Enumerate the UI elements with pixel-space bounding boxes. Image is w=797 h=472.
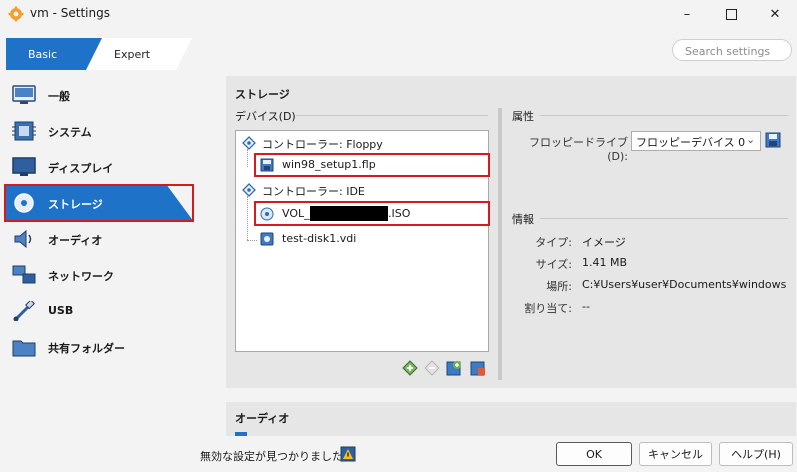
floppy-drive-label: フロッピードライブ(D): bbox=[529, 136, 628, 163]
hard-disk-icon bbox=[260, 232, 274, 246]
close-button[interactable]: ✕ bbox=[753, 0, 797, 28]
tree-item-label: test-disk1.vdi bbox=[282, 232, 357, 245]
shared-folder-icon bbox=[12, 340, 36, 357]
info-label: 割り当て: bbox=[524, 302, 572, 315]
highlight-box bbox=[254, 201, 490, 226]
divider bbox=[296, 115, 488, 116]
nav-item-general[interactable]: 一般 bbox=[4, 78, 194, 112]
panel-splitter[interactable] bbox=[498, 108, 502, 380]
add-attachment-icon[interactable] bbox=[446, 360, 462, 376]
ok-button[interactable]: OK bbox=[556, 442, 632, 466]
network-icon bbox=[12, 265, 36, 284]
nav-item-label: システム bbox=[48, 126, 92, 139]
warning-icon[interactable] bbox=[340, 446, 356, 462]
usb-icon bbox=[13, 301, 35, 321]
chevron-down-icon: ⌄ bbox=[746, 133, 756, 146]
system-icon bbox=[12, 121, 36, 141]
nav-item-usb[interactable]: USB bbox=[4, 294, 194, 328]
nav-item-label: ネットワーク bbox=[48, 270, 114, 283]
tree-item-floppy-controller[interactable]: コントローラー: Floppy bbox=[240, 133, 486, 153]
nav-item-label: 共有フォルダー bbox=[48, 342, 125, 355]
nav-item-network[interactable]: ネットワーク bbox=[4, 258, 194, 292]
minimize-button[interactable]: – bbox=[665, 0, 709, 28]
tree-item-hard-disk[interactable]: test-disk1.vdi bbox=[256, 229, 486, 249]
tab-expert-label: Expert bbox=[114, 48, 151, 61]
nav-item-label: ストレージ bbox=[48, 198, 103, 211]
info-label: サイズ: bbox=[535, 258, 572, 271]
divider bbox=[540, 218, 788, 219]
app-icon bbox=[8, 6, 24, 22]
help-button[interactable]: ヘルプ(H) bbox=[719, 442, 793, 466]
controller-icon bbox=[242, 183, 256, 197]
title-bar: vm - Settings – ✕ bbox=[0, 0, 797, 28]
maximize-button[interactable] bbox=[709, 0, 753, 28]
floppy-drive-value: フロッピーデバイス 0 bbox=[636, 136, 746, 149]
tab-basic-label: Basic bbox=[28, 48, 57, 61]
info-title: 情報 bbox=[512, 213, 534, 226]
info-value: 1.41 MB bbox=[582, 256, 628, 269]
window-title: vm - Settings bbox=[30, 6, 110, 20]
devices-label: デバイス(D) bbox=[235, 110, 296, 123]
nav-item-label: ディスプレイ bbox=[48, 162, 114, 175]
info-label: タイプ: bbox=[535, 236, 572, 249]
floppy-disk-icon[interactable] bbox=[765, 132, 781, 148]
highlight-box bbox=[254, 153, 490, 177]
remove-controller-icon[interactable] bbox=[424, 360, 440, 376]
nav-item-storage[interactable]: ストレージ bbox=[4, 184, 194, 222]
nav-item-display[interactable]: ディスプレイ bbox=[4, 150, 194, 184]
minimize-icon: – bbox=[683, 6, 691, 22]
nav-item-audio[interactable]: オーディオ bbox=[4, 222, 194, 256]
audio-section-title: オーディオ bbox=[235, 412, 290, 425]
nav-item-label: 一般 bbox=[48, 90, 70, 103]
info-value: イメージ bbox=[582, 236, 626, 249]
search-input[interactable] bbox=[683, 41, 783, 61]
divider bbox=[540, 115, 788, 116]
add-controller-icon[interactable] bbox=[402, 360, 418, 376]
tree-connector bbox=[247, 196, 249, 240]
general-icon bbox=[12, 85, 36, 104]
display-icon bbox=[12, 157, 36, 176]
info-value: -- bbox=[582, 300, 590, 313]
tree-connector bbox=[247, 240, 257, 242]
section-title: ストレージ bbox=[235, 88, 290, 101]
info-value: C:¥Users¥user¥Documents¥windows... bbox=[582, 278, 787, 291]
controller-icon bbox=[242, 136, 256, 150]
nav-item-label: オーディオ bbox=[48, 234, 103, 247]
audio-icon bbox=[14, 229, 32, 249]
tree-item-label: コントローラー: Floppy bbox=[262, 138, 383, 151]
close-icon: ✕ bbox=[769, 6, 781, 22]
status-message: 無効な設定が見つかりました bbox=[200, 450, 343, 463]
storage-icon bbox=[14, 193, 34, 213]
cancel-button[interactable]: キャンセル bbox=[639, 442, 712, 466]
mode-tabs: Basic Expert bbox=[6, 38, 192, 70]
remove-attachment-icon[interactable] bbox=[470, 360, 486, 376]
nav-item-label: USB bbox=[48, 304, 74, 317]
info-label: 場所: bbox=[546, 280, 572, 293]
attributes-title: 属性 bbox=[512, 110, 534, 123]
tree-item-ide-controller[interactable]: コントローラー: IDE bbox=[240, 180, 486, 200]
tree-connector bbox=[247, 149, 249, 167]
floppy-drive-select[interactable]: フロッピーデバイス 0 ⌄ bbox=[631, 131, 761, 151]
nav-item-shared-folders[interactable]: 共有フォルダー bbox=[4, 330, 194, 364]
settings-nav: 一般 システム ディスプレイ ストレージ オーディオ ネットワーク USB 共有… bbox=[0, 76, 200, 376]
audio-section bbox=[226, 402, 796, 436]
tree-item-label: コントローラー: IDE bbox=[262, 185, 365, 198]
nav-item-system[interactable]: システム bbox=[4, 114, 194, 148]
search-box bbox=[672, 39, 792, 61]
maximize-icon bbox=[725, 8, 737, 20]
